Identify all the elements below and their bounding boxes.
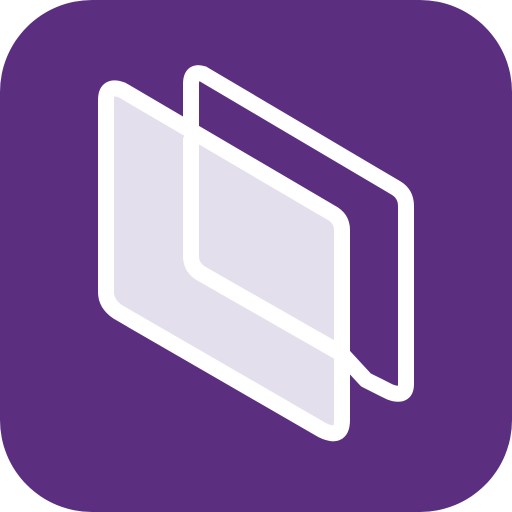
app-icon xyxy=(0,0,512,512)
layered-panels-icon xyxy=(0,0,512,512)
